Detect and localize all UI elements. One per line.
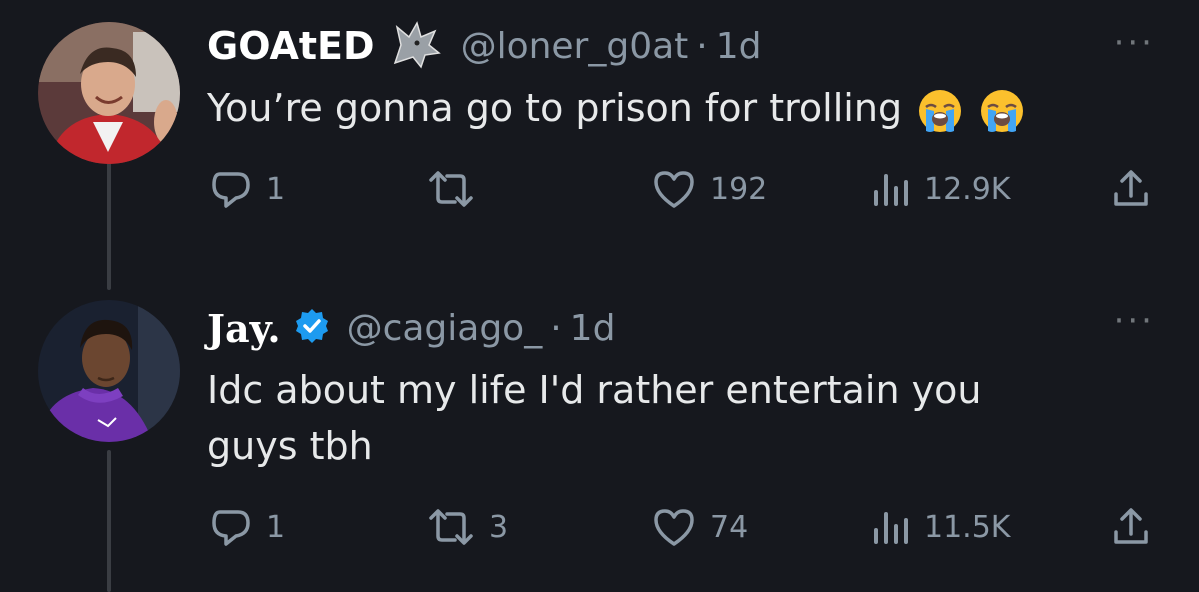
share-icon bbox=[1108, 504, 1154, 550]
share-icon bbox=[1108, 166, 1154, 212]
share-button[interactable] bbox=[1108, 504, 1154, 550]
reply-button[interactable]: 1 bbox=[208, 504, 285, 550]
avatar[interactable] bbox=[38, 22, 180, 164]
separator-dot: · bbox=[550, 307, 562, 349]
view-count: 11.5K bbox=[924, 509, 1011, 545]
separator-dot: · bbox=[696, 25, 708, 67]
tweet-header: Jay. @cagiago_ · 1d bbox=[207, 300, 615, 356]
tweet-text: Idc about my life I'd rather entertain y… bbox=[207, 362, 981, 474]
timestamp[interactable]: 1d bbox=[570, 308, 616, 349]
heart-icon bbox=[650, 166, 698, 212]
reply-button[interactable]: 1 bbox=[208, 166, 285, 212]
reply-icon bbox=[208, 504, 254, 550]
display-name[interactable]: Jay. bbox=[207, 306, 281, 351]
tweet-text: You’re gonna go to prison for trolling bbox=[207, 80, 1026, 136]
retweet-icon bbox=[425, 504, 477, 550]
more-options-button[interactable]: ··· bbox=[1114, 304, 1155, 338]
retweet-button[interactable]: 3 bbox=[425, 504, 508, 550]
like-count: 74 bbox=[710, 509, 749, 545]
retweet-icon bbox=[425, 166, 477, 212]
loudly-crying-face-emoji bbox=[916, 87, 964, 135]
tweet-header: GOAtED @loner_g0at · 1d bbox=[207, 18, 762, 74]
reply-icon bbox=[208, 166, 254, 212]
loudly-crying-face-emoji bbox=[978, 87, 1026, 135]
avatar[interactable] bbox=[38, 300, 180, 442]
verified-icon bbox=[293, 307, 331, 349]
views-button[interactable]: 12.9K bbox=[868, 166, 1010, 212]
tweet-text-line-2: guys tbh bbox=[207, 424, 373, 468]
display-name[interactable]: GOAtED bbox=[207, 24, 375, 68]
like-button[interactable]: 74 bbox=[650, 504, 748, 550]
reply-count: 1 bbox=[266, 171, 286, 207]
tweet-text-line-1: Idc about my life I'd rather entertain y… bbox=[207, 368, 982, 412]
tweet-actions: 1 3 74 11.5K bbox=[0, 504, 1199, 556]
like-button[interactable]: 192 bbox=[650, 166, 767, 212]
heart-icon bbox=[650, 504, 698, 550]
like-count: 192 bbox=[710, 171, 768, 207]
views-button[interactable]: 11.5K bbox=[868, 504, 1010, 550]
handle[interactable]: @cagiago_ bbox=[347, 308, 543, 349]
more-options-button[interactable]: ··· bbox=[1114, 26, 1155, 60]
share-button[interactable] bbox=[1108, 166, 1154, 212]
tweet-text-content: You’re gonna go to prison for trolling bbox=[207, 86, 903, 130]
view-count: 12.9K bbox=[924, 171, 1011, 207]
retweet-count: 3 bbox=[489, 509, 509, 545]
tweet-actions: 1 192 12.9K bbox=[0, 166, 1199, 218]
wolf-icon bbox=[387, 15, 445, 77]
views-chart-icon bbox=[868, 504, 912, 550]
retweet-button[interactable] bbox=[425, 166, 489, 212]
handle[interactable]: @loner_g0at bbox=[461, 26, 689, 67]
views-chart-icon bbox=[868, 166, 912, 212]
timestamp[interactable]: 1d bbox=[716, 26, 762, 67]
reply-count: 1 bbox=[266, 509, 286, 545]
